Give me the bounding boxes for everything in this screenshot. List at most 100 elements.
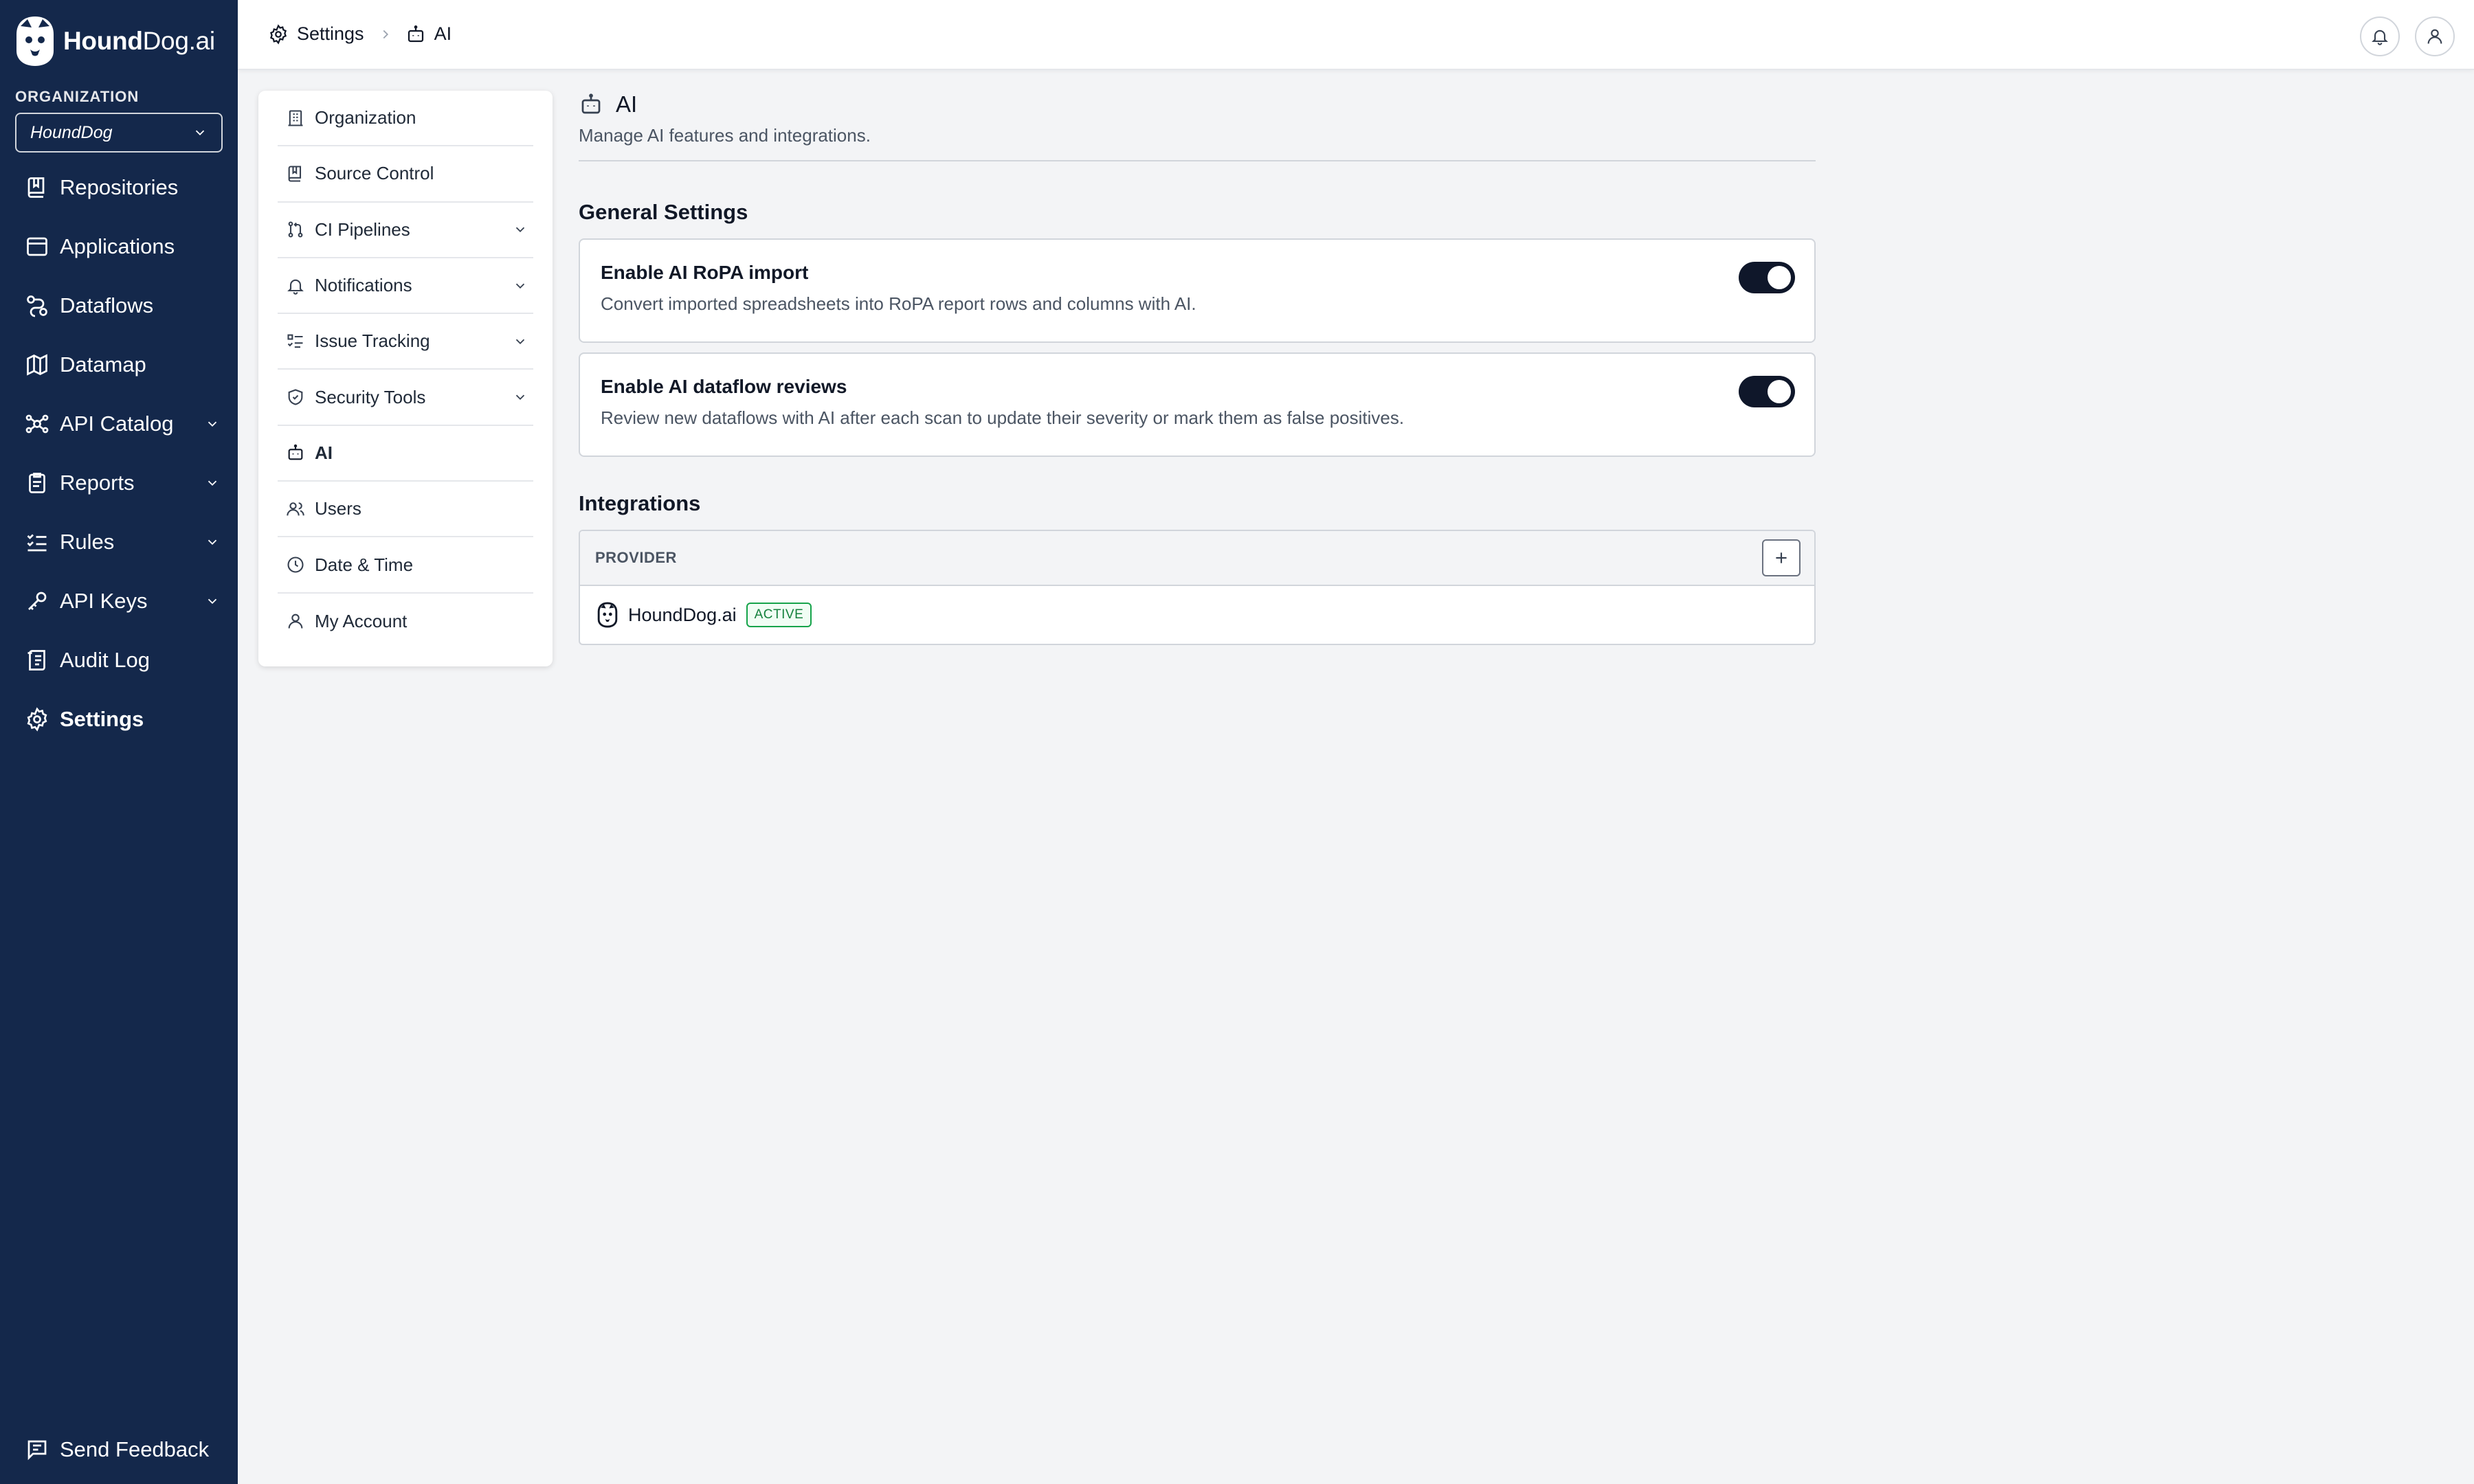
chevron-down-icon: [208, 539, 217, 546]
sidebar-item-label: Rules: [60, 530, 115, 554]
settings-item-label: Source Control: [315, 163, 434, 184]
setting-card-dataflow-reviews: Enable AI dataflow reviews Review new da…: [579, 352, 1816, 457]
sidebar-item-label: API Catalog: [60, 412, 174, 436]
settings-item-ai[interactable]: AI: [278, 426, 533, 482]
sidebar-item-datamap[interactable]: Datamap: [0, 335, 238, 394]
audit-log-icon: [27, 650, 45, 671]
notifications-button[interactable]: [2360, 16, 2400, 56]
status-badge: ACTIVE: [746, 603, 812, 627]
api-catalog-icon: [25, 414, 49, 434]
settings-item-label: Notifications: [315, 275, 412, 296]
top-header: Settings AI: [238, 0, 2474, 70]
setting-title: Enable AI RoPA import: [601, 262, 809, 283]
organization-label: ORGANIZATION: [15, 88, 140, 105]
sidebar-item-label: Settings: [60, 707, 144, 731]
sidebar-item-applications[interactable]: Applications: [0, 217, 238, 276]
sidebar-item-label: Audit Log: [60, 648, 150, 672]
robot-icon: [581, 93, 601, 114]
report-icon: [29, 473, 45, 493]
feedback-icon: [27, 1440, 47, 1461]
settings-item-security-tools[interactable]: Security Tools: [278, 370, 533, 426]
page-header: AI: [579, 89, 1816, 120]
integrations-title: Integrations: [579, 491, 701, 515]
table-header: PROVIDER: [580, 531, 1814, 586]
organization-value: HoundDog: [30, 122, 113, 142]
chevron-down-icon: [515, 283, 525, 289]
settings-item-label: Security Tools: [315, 386, 426, 407]
sidebar-item-label: API Keys: [60, 589, 148, 613]
pipeline-icon: [288, 221, 303, 238]
settings-item-ci-pipelines[interactable]: CI Pipelines: [278, 203, 533, 258]
settings-item-label: My Account: [315, 610, 408, 631]
provider-name: HoundDog.ai: [628, 604, 737, 625]
divider: [579, 160, 1816, 161]
ropa-import-toggle[interactable]: [1739, 262, 1795, 293]
chevron-down-icon: [195, 130, 205, 136]
setting-description: Review new dataflows with AI after each …: [601, 407, 1405, 428]
settings-item-organization[interactable]: Organization: [278, 91, 533, 147]
settings-item-my-account[interactable]: My Account: [278, 594, 533, 649]
send-feedback-button[interactable]: Send Feedback: [0, 1422, 238, 1477]
user-menu-button[interactable]: [2415, 16, 2455, 56]
user-icon: [2427, 29, 2442, 44]
gear-icon: [27, 707, 47, 732]
main-content: AI Manage AI features and integrations. …: [579, 89, 1816, 645]
user-icon: [288, 614, 303, 629]
sidebar-item-audit-log[interactable]: Audit Log: [0, 631, 238, 690]
source-control-icon: [288, 166, 302, 182]
users-icon: [287, 502, 304, 516]
chevron-down-icon: [515, 394, 525, 401]
hound-logo-icon: [16, 16, 54, 66]
integrations-table: PROVIDER HoundDog.ai ACTIVE: [579, 530, 1816, 645]
dataflow-reviews-toggle[interactable]: [1739, 376, 1795, 407]
repository-icon: [27, 177, 45, 198]
organization-select[interactable]: HoundDog: [15, 113, 223, 153]
issue-list-icon: [287, 334, 303, 348]
setting-card-ropa-import: Enable AI RoPA import Convert imported s…: [579, 238, 1816, 343]
settings-item-users[interactable]: Users: [278, 482, 533, 538]
sidebar-item-dataflows[interactable]: Dataflows: [0, 276, 238, 335]
building-icon: [288, 110, 303, 126]
sidebar-item-api-catalog[interactable]: API Catalog: [0, 394, 238, 453]
settings-item-label: Users: [315, 498, 361, 519]
breadcrumb-settings[interactable]: Settings: [297, 23, 364, 45]
sidebar-item-reports[interactable]: Reports: [0, 453, 238, 513]
breadcrumb-ai: AI: [434, 23, 452, 44]
rules-icon: [27, 534, 47, 552]
chevron-down-icon: [515, 339, 525, 344]
dataflow-icon: [27, 295, 47, 317]
bell-icon: [2372, 30, 2388, 45]
settings-item-issue-tracking[interactable]: Issue Tracking: [278, 314, 533, 370]
settings-item-notifications[interactable]: Notifications: [278, 258, 533, 315]
settings-menu: Organization Source Control CI Pipelines…: [258, 91, 553, 666]
brand-logo[interactable]: HoundDog.ai: [14, 14, 215, 69]
sidebar-item-label: Repositories: [60, 175, 179, 199]
sidebar-item-label: Datamap: [60, 352, 146, 376]
chevron-down-icon: [208, 480, 217, 486]
sidebar-item-repositories[interactable]: Repositories: [0, 158, 238, 217]
clock-icon: [287, 556, 304, 573]
settings-item-date-time[interactable]: Date & Time: [278, 537, 533, 594]
application-icon: [27, 237, 47, 256]
map-icon: [27, 354, 47, 376]
settings-item-label: Date & Time: [315, 554, 414, 575]
table-row[interactable]: HoundDog.ai ACTIVE: [580, 586, 1814, 644]
chevron-right-icon: [383, 30, 388, 38]
settings-item-label: CI Pipelines: [315, 218, 410, 240]
sidebar-item-label: Reports: [60, 471, 135, 495]
setting-description: Convert imported spreadsheets into RoPA …: [601, 293, 1196, 314]
shield-icon: [288, 389, 303, 405]
setting-title: Enable AI dataflow reviews: [601, 376, 847, 397]
robot-icon: [408, 25, 423, 42]
sidebar-item-settings[interactable]: Settings: [0, 690, 238, 749]
settings-item-source-control[interactable]: Source Control: [278, 146, 533, 203]
settings-item-label: Organization: [315, 107, 416, 128]
gear-icon: [269, 23, 287, 45]
add-integration-button[interactable]: [1762, 539, 1801, 576]
sidebar-item-rules[interactable]: Rules: [0, 513, 238, 572]
sidebar-item-api-keys[interactable]: API Keys: [0, 572, 238, 631]
general-settings-title: General Settings: [579, 200, 748, 224]
chevron-down-icon: [515, 227, 525, 233]
page-title: AI: [616, 91, 638, 117]
sidebar-item-label: Dataflows: [60, 293, 154, 317]
